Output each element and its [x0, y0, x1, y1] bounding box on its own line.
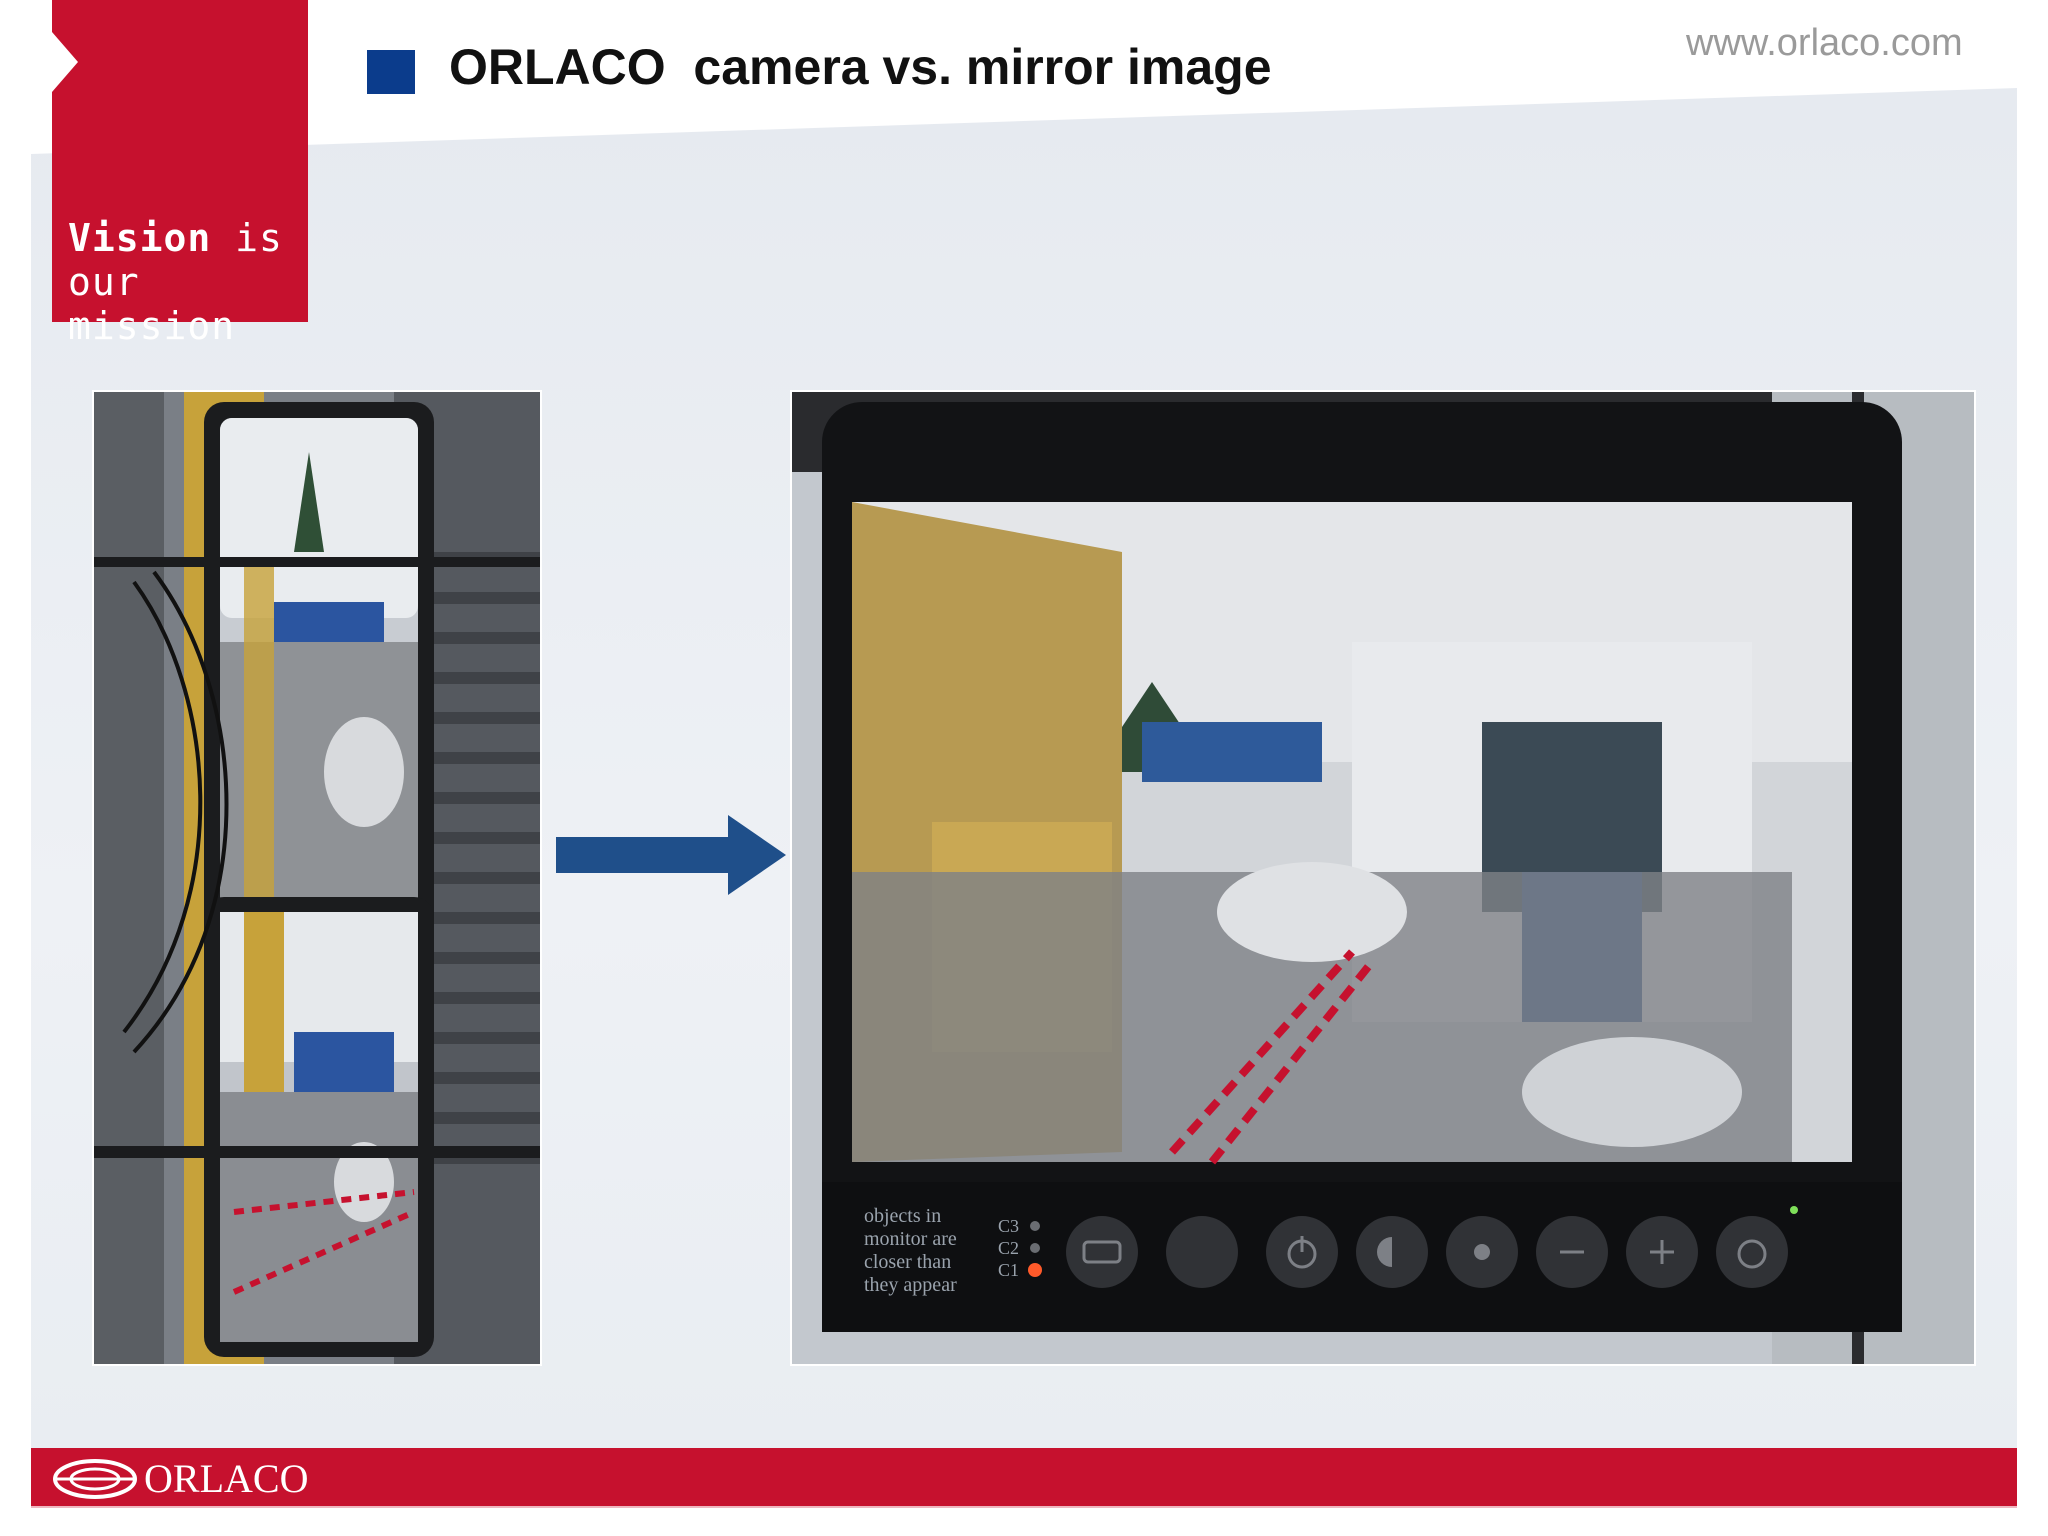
footer-logo: ORLACO	[52, 1455, 308, 1502]
footer-bar	[31, 1448, 2017, 1506]
channel-c2: C2	[998, 1238, 1019, 1258]
brand-block: Vision is our mission	[52, 0, 308, 348]
day-night-button-icon	[1166, 1216, 1238, 1288]
warning-line-2: monitor are	[864, 1228, 957, 1250]
mirror-photo-illustration	[94, 392, 540, 1364]
camera-button-icon	[1066, 1216, 1138, 1288]
arrow-right-icon	[556, 815, 786, 895]
footer-rule	[31, 1506, 2017, 1508]
brand-notch	[52, 32, 78, 92]
tagline-rest: is	[211, 216, 283, 260]
tagline-bold: Vision	[68, 216, 212, 260]
title-bullet	[367, 50, 415, 94]
tagline-line2: our mission	[68, 260, 236, 348]
monitor-illustration: objects in monitor are closer than they …	[792, 392, 1974, 1364]
camera-monitor-photo: objects in monitor are closer than they …	[790, 390, 1976, 1366]
standby-button-icon	[1716, 1216, 1788, 1288]
channel-c1: C1	[998, 1260, 1019, 1280]
c3-led-icon	[1030, 1221, 1040, 1231]
status-led-icon	[1790, 1206, 1798, 1214]
page-title: ORLACO camera vs. mirror image	[449, 39, 1272, 95]
warning-line-1: objects in	[864, 1205, 941, 1227]
orlaco-emblem-icon	[53, 1458, 137, 1499]
c2-led-icon	[1030, 1243, 1040, 1253]
footer-brand-text: ORLACO	[144, 1456, 309, 1501]
website-url: www.orlaco.com	[1686, 22, 1963, 64]
warning-line-4: they appear	[864, 1274, 957, 1296]
channel-c3: C3	[998, 1216, 1019, 1236]
c1-led-icon	[1028, 1263, 1042, 1277]
mirror-photo	[92, 390, 542, 1366]
tagline: Vision is our mission	[68, 216, 308, 348]
warning-line-3: closer than	[864, 1251, 951, 1273]
sun-icon	[1474, 1244, 1490, 1260]
